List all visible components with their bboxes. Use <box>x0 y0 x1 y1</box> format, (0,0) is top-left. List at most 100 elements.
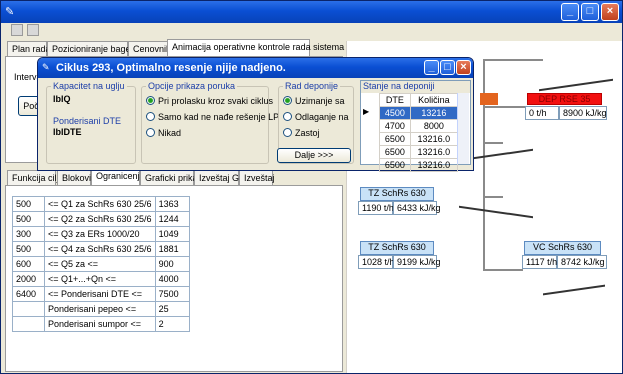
main-tab-strip: Plan rada Pozicioniranje bagera Cenovnik… <box>7 39 347 56</box>
constraint-cell[interactable]: <= Q3 za ERs 1000/20 <box>44 226 156 242</box>
close-button[interactable]: × <box>601 3 619 21</box>
constraint-row: 6400 <= Ponderisani DTE <= 7500 <box>12 286 190 302</box>
grid-cell[interactable]: 13216.0 <box>409 145 459 159</box>
constraint-row: 500 <= Q4 za SchRs 630 25/6 1881 <box>12 241 190 257</box>
tab-animacija[interactable]: Animacija operativne kontrole rada siste… <box>167 39 344 56</box>
tz2-header: TZ SchRs 630 <box>360 241 434 255</box>
vc-link <box>483 269 523 271</box>
constraint-cell[interactable]: <= Q5 za <= <box>44 256 156 272</box>
constraint-row: 500 <= Q2 za SchRs 630 25/6 1244 <box>12 211 190 227</box>
tab-izvestaj-graf[interactable]: Izveštaj Graf <box>194 170 250 185</box>
grid-cell[interactable]: 6500 <box>379 145 411 159</box>
grid-cell[interactable]: 13216.0 <box>409 132 459 146</box>
depot-work-group: Rad deponije Uzimanje sa Odlaganje na Za… <box>277 81 354 164</box>
constraint-cell[interactable] <box>12 301 45 317</box>
tab-blokovi[interactable]: Blokovi <box>57 170 91 185</box>
capacity-group: Kapacitet na uglju lblQ Ponderisani DTE … <box>46 81 136 164</box>
tab-izvestaj[interactable]: Izveštaj <box>239 170 275 185</box>
radio-uzimanje[interactable]: Uzimanje sa <box>283 96 345 108</box>
toolbar-document-icon[interactable] <box>27 24 39 36</box>
opcije-label: Opcije prikaza poruka <box>146 81 238 91</box>
constraint-cell[interactable]: <= Q4 za SchRs 630 25/6 <box>44 241 156 257</box>
vc-header: VC SchRs 630 <box>524 241 601 255</box>
excavator-icon <box>539 62 613 92</box>
constraint-cell[interactable]: 900 <box>154 256 190 272</box>
constraint-cell[interactable]: 1363 <box>154 196 190 212</box>
tab-funkcija-cilja[interactable]: Funkcija cilja <box>7 170 64 185</box>
tab-pozicioniranje-bagera[interactable]: Pozicioniranje bagera <box>47 41 139 56</box>
constraint-row: 300 <= Q3 za ERs 1000/20 1049 <box>12 226 190 242</box>
grid-scrollbar[interactable] <box>457 93 469 164</box>
constraint-cell[interactable]: 500 <box>12 211 45 227</box>
excavator-icon <box>543 271 605 296</box>
constraint-cell[interactable]: 25 <box>154 301 190 317</box>
tz1-energy: 6433 kJ/kg <box>393 201 441 215</box>
grid-cell[interactable]: 8000 <box>409 119 459 133</box>
grid-cell[interactable]: 6500 <box>379 132 411 146</box>
constraint-row: 500 <= Q1 za SchRs 630 25/6 1363 <box>12 196 190 212</box>
tz2-rate: 1028 t/h <box>358 255 395 269</box>
constraint-cell[interactable]: 2 <box>154 316 190 332</box>
dalje-button[interactable]: Dalje >>> <box>277 148 351 163</box>
depot-stock-grid: Stanje na deponiji ▶ DTE Količina 4500 132… <box>360 80 471 172</box>
dep-header: DEP RSE 35 <box>527 93 602 105</box>
rad-label: Rad deponije <box>283 81 341 91</box>
option-never[interactable]: Nikad <box>146 128 181 140</box>
constraint-cell[interactable]: Ponderisani sumpor <= <box>44 316 156 332</box>
constraint-cell[interactable]: 7500 <box>154 286 190 302</box>
constraint-cell[interactable]: 500 <box>12 196 45 212</box>
dte-label: Ponderisani DTE <box>53 116 122 126</box>
tz2-energy: 9199 kJ/kg <box>393 255 441 269</box>
constraint-cell[interactable]: 300 <box>12 226 45 242</box>
constraint-cell[interactable]: 1049 <box>154 226 190 242</box>
dep-energy: 8900 kJ/kg <box>559 106 607 120</box>
kapacitet-label: Kapacitet na uglju <box>51 81 127 91</box>
constraint-cell[interactable] <box>12 316 45 332</box>
kapacitet-value: lblQ <box>53 94 71 104</box>
dialog-minimize-button[interactable]: _ <box>424 60 439 75</box>
constraint-cell[interactable]: 6400 <box>12 286 45 302</box>
constraint-cell[interactable]: <= Q1+...+Qn <= <box>44 271 156 287</box>
constraint-cell[interactable]: Ponderisani pepeo <= <box>44 301 156 317</box>
constraint-cell[interactable]: <= Q1 za SchRs 630 25/6 <box>44 196 156 212</box>
toolbar-grid-icon[interactable] <box>11 24 23 36</box>
constraint-row: 600 <= Q5 za <= 900 <box>12 256 190 272</box>
dialog-maximize-button[interactable]: □ <box>440 60 455 75</box>
constraint-cell[interactable]: <= Q2 za SchRs 630 25/6 <box>44 211 156 227</box>
main-window: ✎ _ □ × Plan rada Pozicioniranje bagera … <box>0 0 623 374</box>
constraint-cell[interactable]: 600 <box>12 256 45 272</box>
title-bar: ✎ _ □ × <box>1 1 622 23</box>
constraint-row: 2000 <= Q1+...+Qn <= 4000 <box>12 271 190 287</box>
lower-tab-strip: Funkcija cilja Blokovi Ogranicenja Grafi… <box>7 168 347 185</box>
option-every-cycle[interactable]: Pri prolasku kroz svaki ciklus <box>146 96 273 108</box>
vc-rate: 1117 t/h <box>522 255 557 269</box>
grid-cell[interactable]: 6500 <box>379 158 411 172</box>
constraints-table: 500 <= Q1 za SchRs 630 25/6 1363 500 <= Q2 z… <box>12 196 190 332</box>
tab-graficki-prikaz[interactable]: Graficki prikaz <box>140 170 202 185</box>
grid-header-kolicina[interactable]: Količina <box>409 93 459 107</box>
constraint-cell[interactable]: <= Ponderisani DTE <= <box>44 286 156 302</box>
constraint-cell[interactable]: 1244 <box>154 211 190 227</box>
cycle-dialog: Ciklus 293, Optimalno resenje njije nadj… <box>37 57 474 172</box>
dialog-icon: ✎ <box>42 62 50 72</box>
grid-header-dte[interactable]: DTE <box>379 93 411 107</box>
grid-cell[interactable]: 4700 <box>379 119 411 133</box>
radio-zastoj[interactable]: Zastoj <box>283 128 320 140</box>
tz1-rate: 1190 t/h <box>358 201 394 215</box>
toolbar <box>1 23 622 39</box>
grid-cell[interactable]: 4500 <box>379 106 411 120</box>
constraint-row: Ponderisani sumpor <= 2 <box>12 316 190 332</box>
constraint-cell[interactable]: 500 <box>12 241 45 257</box>
tab-cenovnik[interactable]: Cenovnik <box>128 41 171 56</box>
grid-cell[interactable]: 13216 <box>409 106 459 120</box>
constraint-cell[interactable]: 1881 <box>154 241 190 257</box>
dialog-close-button[interactable]: × <box>456 60 471 75</box>
tab-plan-rada[interactable]: Plan rada <box>7 41 51 56</box>
constraint-cell[interactable]: 2000 <box>12 271 45 287</box>
maximize-button[interactable]: □ <box>581 3 599 21</box>
option-lp-no-solution[interactable]: Samo kad ne nađe rešenje LP <box>146 112 279 124</box>
constraint-cell[interactable]: 4000 <box>154 271 190 287</box>
radio-odlaganje[interactable]: Odlaganje na <box>283 112 349 124</box>
grid-cell[interactable]: 13216.0 <box>409 158 459 172</box>
minimize-button[interactable]: _ <box>561 3 579 21</box>
